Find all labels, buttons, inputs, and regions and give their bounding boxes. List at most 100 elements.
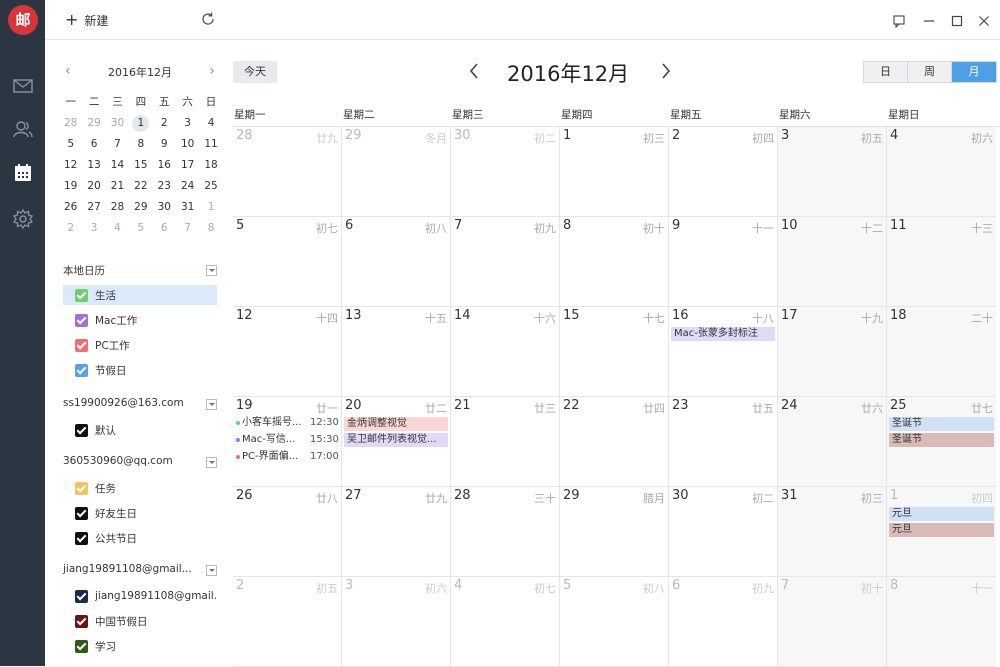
close-icon[interactable] [977, 13, 991, 27]
day-cell[interactable]: 27 廿九 [342, 487, 451, 577]
event-item[interactable]: PC-界面偏... 17:00 [236, 450, 339, 463]
prev-month-icon[interactable] [468, 62, 480, 85]
calendar-list-item[interactable]: 任务 [63, 478, 217, 498]
calendar-list-item[interactable]: 生活 [63, 285, 217, 305]
event-item[interactable]: Mac-写信... 15:30 [236, 433, 339, 446]
mini-day-cell[interactable]: 30 [153, 197, 176, 218]
day-cell[interactable]: 12 十四 [233, 307, 342, 397]
mini-day-cell[interactable]: 2 [59, 218, 82, 239]
day-cell[interactable]: 16 十八 Mac-张蒙多封标注 [669, 307, 778, 397]
day-cell[interactable]: 28 三十 [451, 487, 560, 577]
event-bar[interactable]: 吴卫邮件列表视觉... [344, 433, 448, 447]
day-cell[interactable]: 4 初六 [887, 127, 996, 217]
day-cell[interactable]: 4 初七 [451, 577, 560, 667]
checkbox-checked-icon[interactable] [75, 614, 88, 628]
day-cell[interactable]: 22 廿四 [560, 397, 669, 487]
maximize-icon[interactable] [950, 13, 964, 27]
day-cell[interactable]: 1 初四 元旦 元旦 [887, 487, 996, 577]
mini-day-cell[interactable]: 15 [129, 155, 152, 176]
mini-day-cell[interactable]: 3 [82, 218, 105, 239]
calendar-list-item[interactable]: 中国节假日 [63, 611, 217, 631]
day-cell[interactable]: 8 初十 [560, 217, 669, 307]
day-cell[interactable]: 17 十九 [778, 307, 887, 397]
day-cell[interactable]: 21 廿三 [451, 397, 560, 487]
day-cell[interactable]: 5 初八 [560, 577, 669, 667]
mini-day-cell[interactable]: 5 [59, 134, 82, 155]
day-cell[interactable]: 11 十三 [887, 217, 996, 307]
checkbox-checked-icon[interactable] [75, 363, 88, 377]
mini-day-cell[interactable]: 5 [129, 218, 152, 239]
mini-day-cell[interactable]: 21 [106, 176, 129, 197]
mini-day-cell[interactable]: 1 [129, 113, 152, 134]
day-cell[interactable]: 3 初六 [342, 577, 451, 667]
mini-day-cell[interactable]: 31 [176, 197, 199, 218]
checkbox-checked-icon[interactable] [75, 506, 88, 520]
calendar-list-item[interactable]: 默认 [63, 420, 217, 440]
contacts-icon[interactable] [12, 118, 34, 140]
mini-day-cell[interactable]: 12 [59, 155, 82, 176]
mini-day-cell[interactable]: 11 [199, 134, 222, 155]
day-cell[interactable]: 5 初七 [233, 217, 342, 307]
view-tab[interactable]: 月 [952, 62, 996, 82]
calendar-icon[interactable] [12, 162, 34, 184]
day-cell[interactable]: 26 廿八 [233, 487, 342, 577]
mail-icon[interactable] [12, 75, 34, 97]
event-bar[interactable]: 金炳调整视觉 [344, 417, 448, 431]
refresh-icon[interactable] [200, 11, 216, 27]
mini-day-cell[interactable]: 27 [82, 197, 105, 218]
mini-day-cell[interactable]: 23 [153, 176, 176, 197]
day-cell[interactable]: 6 初八 [342, 217, 451, 307]
checkbox-checked-icon[interactable] [75, 589, 88, 603]
minimize-icon[interactable] [922, 13, 936, 27]
day-cell[interactable]: 2 初五 [233, 577, 342, 667]
day-cell[interactable]: 19 廿一 小客车摇号... 12:30 Mac-写信... 15:30 PC-界面偏...… [233, 397, 342, 487]
mini-day-cell[interactable]: 10 [176, 134, 199, 155]
mini-day-cell[interactable]: 22 [129, 176, 152, 197]
view-tab[interactable]: 周 [908, 62, 952, 82]
mini-day-cell[interactable]: 17 [176, 155, 199, 176]
checkbox-checked-icon[interactable] [75, 338, 88, 352]
checkbox-checked-icon[interactable] [75, 481, 88, 495]
mini-day-cell[interactable]: 6 [153, 218, 176, 239]
day-cell[interactable]: 10 十二 [778, 217, 887, 307]
mini-day-cell[interactable]: 29 [129, 197, 152, 218]
mini-day-cell[interactable]: 30 [106, 113, 129, 134]
day-cell[interactable]: 25 廿七 圣诞节 圣诞节 [887, 397, 996, 487]
day-cell[interactable]: 13 十五 [342, 307, 451, 397]
mini-day-cell[interactable]: 2 [153, 113, 176, 134]
mini-day-cell[interactable]: 1 [199, 197, 222, 218]
mini-prev-month-icon[interactable]: ‹ [65, 64, 71, 78]
day-cell[interactable]: 6 初九 [669, 577, 778, 667]
checkbox-checked-icon[interactable] [75, 423, 88, 437]
checkbox-checked-icon[interactable] [75, 313, 88, 327]
day-cell[interactable]: 8 十一 [887, 577, 996, 667]
settings-icon[interactable] [12, 208, 34, 230]
chevron-down-icon[interactable] [206, 265, 217, 276]
checkbox-checked-icon[interactable] [75, 288, 88, 302]
day-cell[interactable]: 28 廿九 [233, 127, 342, 217]
day-cell[interactable]: 29 腊月 [560, 487, 669, 577]
day-cell[interactable]: 30 初二 [669, 487, 778, 577]
day-cell[interactable]: 14 十六 [451, 307, 560, 397]
day-cell[interactable]: 7 初十 [778, 577, 887, 667]
chevron-down-icon[interactable] [206, 399, 217, 410]
mini-day-cell[interactable]: 9 [153, 134, 176, 155]
event-bar[interactable]: 圣诞节 [889, 417, 994, 431]
event-bar[interactable]: 元旦 [889, 523, 994, 537]
day-cell[interactable]: 1 初三 [560, 127, 669, 217]
mini-day-cell[interactable]: 7 [106, 134, 129, 155]
day-cell[interactable]: 24 廿六 [778, 397, 887, 487]
calendar-list-item[interactable]: 公共节日 [63, 528, 217, 548]
mini-day-cell[interactable]: 26 [59, 197, 82, 218]
day-cell[interactable]: 20 廿二 金炳调整视觉 吴卫邮件列表视觉... [342, 397, 451, 487]
mini-day-cell[interactable]: 8 [199, 218, 222, 239]
mini-day-cell[interactable]: 4 [199, 113, 222, 134]
event-bar[interactable]: 圣诞节 [889, 433, 994, 447]
feedback-icon[interactable] [892, 13, 906, 29]
mini-day-cell[interactable]: 28 [59, 113, 82, 134]
mini-day-cell[interactable]: 18 [199, 155, 222, 176]
mini-day-cell[interactable]: 3 [176, 113, 199, 134]
mini-day-cell[interactable]: 20 [82, 176, 105, 197]
day-cell[interactable]: 3 初五 [778, 127, 887, 217]
day-cell[interactable]: 31 初三 [778, 487, 887, 577]
